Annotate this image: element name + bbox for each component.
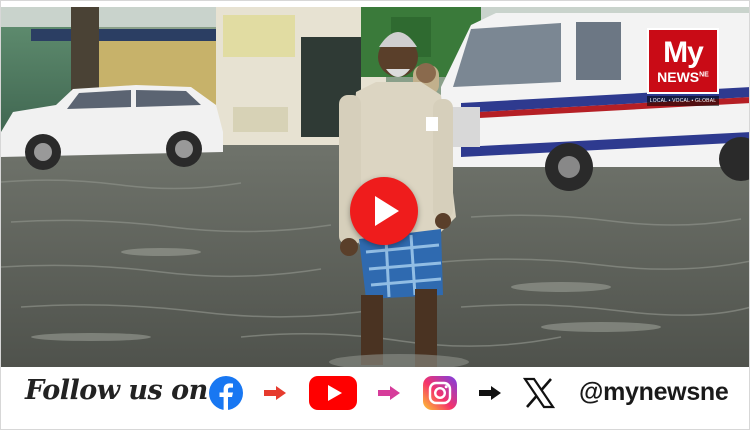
- social-handle[interactable]: @mynewsne: [579, 378, 729, 407]
- youtube-link[interactable]: [308, 376, 358, 410]
- facebook-link[interactable]: [208, 376, 244, 410]
- follow-bar: Follow us on @mynewsne: [1, 367, 749, 419]
- arrow-right-icon: [264, 386, 286, 400]
- x-link[interactable]: [521, 376, 557, 410]
- follow-us-label: Follow us on: [25, 375, 208, 406]
- logo-tagline: LOCAL • VOCAL • GLOBAL: [647, 96, 719, 106]
- play-icon: [375, 196, 399, 226]
- logo-suffix: NE: [699, 71, 709, 79]
- video-thumbnail-card: My NEWSNE LOCAL • VOCAL • GLOBAL Follow …: [0, 0, 750, 430]
- arrow-right-icon: [479, 386, 501, 400]
- video-preview[interactable]: My NEWSNE LOCAL • VOCAL • GLOBAL: [1, 7, 749, 367]
- facebook-icon: [209, 376, 243, 410]
- instagram-link[interactable]: [422, 376, 458, 410]
- youtube-icon: [309, 376, 357, 410]
- arrow-right-icon: [378, 386, 400, 400]
- logo-badge: My NEWSNE: [647, 28, 719, 94]
- instagram-icon: [423, 376, 457, 410]
- logo-news-text: NEWSNE: [657, 70, 709, 84]
- mynews-logo: My NEWSNE LOCAL • VOCAL • GLOBAL: [647, 28, 719, 108]
- play-button[interactable]: [350, 177, 418, 245]
- logo-my-text: My: [663, 36, 704, 69]
- logo-news-word: NEWS: [657, 69, 700, 85]
- x-icon: [523, 377, 555, 409]
